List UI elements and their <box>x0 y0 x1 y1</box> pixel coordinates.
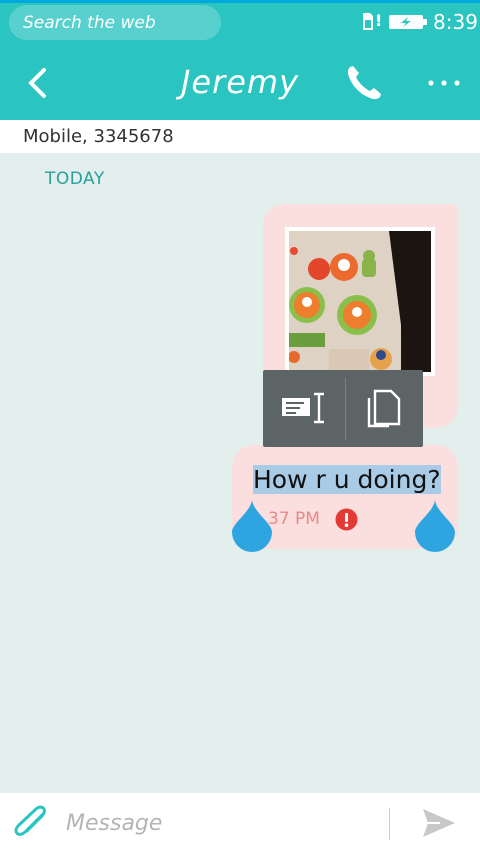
date-separator: TODAY <box>45 169 105 189</box>
copy-icon[interactable] <box>363 388 403 430</box>
sticker-photo-image <box>289 231 431 372</box>
status-bar: Search the web ! 8:39 <box>0 0 480 45</box>
selection-handle-start[interactable] <box>231 497 273 553</box>
conversation-header: Jeremy <box>0 45 480 120</box>
contact-detail-bar[interactable]: Mobile, 3345678 <box>0 120 480 153</box>
text-selection-toolbar <box>263 370 423 447</box>
composer-divider <box>389 808 390 840</box>
signal-alert: ! <box>375 11 383 30</box>
message-photo[interactable] <box>285 227 435 376</box>
more-options-icon[interactable] <box>427 79 461 87</box>
battery-charging-icon <box>389 15 427 29</box>
error-icon[interactable] <box>335 508 358 531</box>
message-input[interactable] <box>66 804 376 842</box>
paperclip-icon[interactable] <box>14 805 54 841</box>
contact-number: Mobile, 3345678 <box>23 126 174 147</box>
contact-name-title: Jeremy <box>180 63 300 101</box>
search-placeholder: Search the web <box>23 13 156 33</box>
selected-text[interactable]: How r u doing? <box>253 465 441 494</box>
message-composer <box>0 793 480 854</box>
status-clock: 8:39 <box>433 10 478 34</box>
select-all-icon[interactable] <box>280 390 328 426</box>
search-web-bar[interactable]: Search the web <box>9 5 221 40</box>
message-text[interactable]: How r u doing? <box>253 465 441 494</box>
send-icon[interactable] <box>420 806 458 840</box>
selection-handle-end[interactable] <box>414 497 456 553</box>
phone-icon[interactable] <box>344 63 384 103</box>
message-timestamp: 37 PM <box>268 509 320 529</box>
toolbar-divider <box>345 378 346 440</box>
status-bar-accent-line <box>0 0 480 3</box>
sim-card-icon <box>363 13 373 30</box>
